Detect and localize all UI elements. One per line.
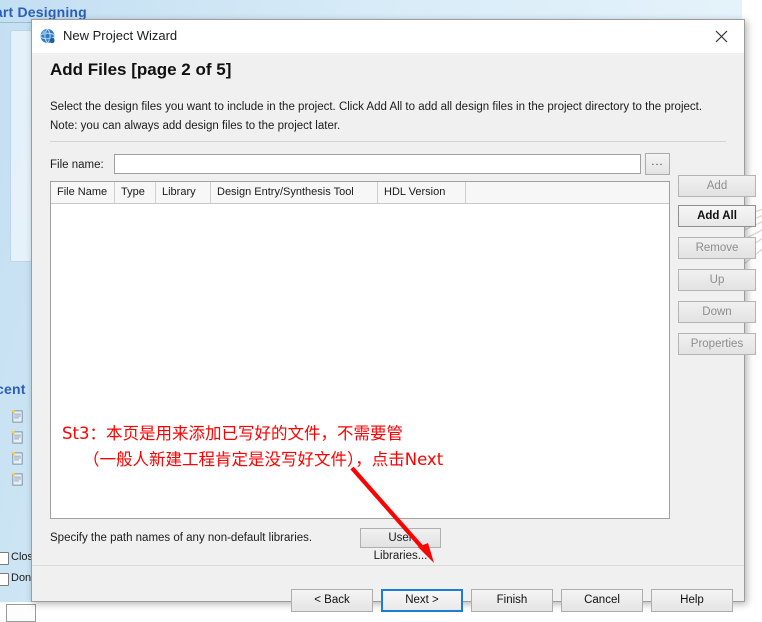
column-label: HDL Version xyxy=(384,186,446,198)
page-description-line1: Select the design files you want to incl… xyxy=(50,101,703,113)
user-libraries-text: Specify the path names of any non-defaul… xyxy=(50,532,313,544)
page-description-line2: Note: you can always add design files to… xyxy=(50,120,341,132)
help-button[interactable]: Help xyxy=(651,589,733,612)
browse-button[interactable]: ... xyxy=(645,153,670,175)
next-button[interactable]: Next > xyxy=(381,589,463,612)
back-button[interactable]: < Back xyxy=(291,589,373,612)
column-header-file-name[interactable]: File Name xyxy=(51,182,115,203)
add-all-button[interactable]: Add All xyxy=(678,205,756,227)
finish-button[interactable]: Finish xyxy=(471,589,553,612)
page-title: Add Files [page 2 of 5] xyxy=(50,60,232,79)
document-icon xyxy=(10,430,23,444)
file-name-input[interactable] xyxy=(114,154,641,174)
document-icon xyxy=(10,472,23,486)
column-label: Design Entry/Synthesis Tool xyxy=(217,186,354,198)
remove-button[interactable]: Remove xyxy=(678,237,756,259)
cancel-button[interactable]: Cancel xyxy=(561,589,643,612)
background-checkbox[interactable] xyxy=(0,573,9,586)
globe-icon xyxy=(40,28,55,44)
close-icon xyxy=(715,30,728,43)
properties-button[interactable]: Properties xyxy=(678,333,756,355)
background-checkbox[interactable] xyxy=(0,552,9,565)
document-icon xyxy=(10,451,23,465)
column-header-library[interactable]: Library xyxy=(156,182,211,203)
column-label: Library xyxy=(162,186,196,198)
column-header-hdl-version[interactable]: HDL Version xyxy=(378,182,466,203)
background-checkbox-label-0: Clos xyxy=(11,551,34,563)
annotation-text: St3：本页是用来添加已写好的文件，不需要管 （一般人新建工程肯定是没写好文件）… xyxy=(62,424,444,469)
document-icon xyxy=(10,409,23,423)
new-project-wizard-dialog: New Project Wizard Add Files [page 2 of … xyxy=(31,19,756,612)
separator-top xyxy=(50,141,726,142)
background-spinner-box[interactable] xyxy=(6,604,36,622)
column-header-type[interactable]: Type xyxy=(115,182,156,203)
column-header-filler xyxy=(466,182,669,203)
column-label: Type xyxy=(121,186,145,198)
add-button[interactable]: Add xyxy=(678,175,756,197)
browse-button-label: ... xyxy=(651,156,664,168)
start-designing-heading: tart Designing xyxy=(0,4,87,20)
file-name-label: File name: xyxy=(50,159,104,171)
separator-bottom xyxy=(32,565,744,566)
dialog-titlebar[interactable]: New Project Wizard xyxy=(32,20,744,54)
recent-heading: ecent xyxy=(0,381,26,397)
column-header-design-entry-synthesis-tool[interactable]: Design Entry/Synthesis Tool xyxy=(211,182,378,203)
down-button[interactable]: Down xyxy=(678,301,756,323)
dialog-title: New Project Wizard xyxy=(63,28,178,43)
user-libraries-button[interactable]: User Libraries... xyxy=(360,528,441,562)
file-list-header: File Name Type Library Design Entry/Synt… xyxy=(51,182,669,204)
up-button[interactable]: Up xyxy=(678,269,756,291)
close-button[interactable] xyxy=(700,20,744,51)
column-label: File Name xyxy=(57,186,108,198)
background-checkbox-label-1: Don xyxy=(11,572,32,584)
